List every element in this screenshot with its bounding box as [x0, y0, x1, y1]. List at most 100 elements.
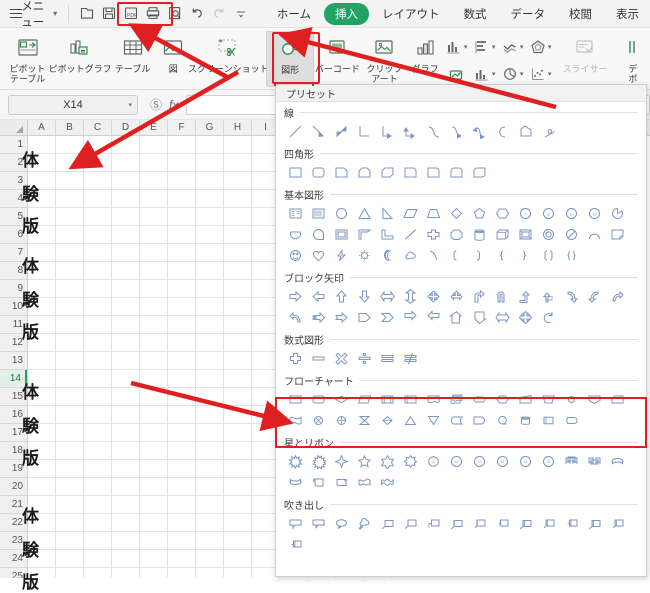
- shape-lightning-bolt[interactable]: [330, 245, 353, 266]
- cell-D14[interactable]: [112, 370, 140, 388]
- shape-striped-right-arrow[interactable]: [307, 307, 330, 328]
- cell-D19[interactable]: [112, 460, 140, 478]
- cell-B20[interactable]: [56, 478, 84, 496]
- cell-G2[interactable]: [196, 154, 224, 172]
- cell-F24[interactable]: [168, 550, 196, 568]
- cell-A5[interactable]: [28, 208, 56, 226]
- cell-D15[interactable]: [112, 388, 140, 406]
- cell-B24[interactable]: [56, 550, 84, 568]
- cell-H17[interactable]: [224, 424, 252, 442]
- cell-G25[interactable]: [196, 568, 224, 578]
- shape-right-triangle[interactable]: [376, 203, 399, 224]
- shape-cloud-callout[interactable]: [353, 513, 376, 534]
- cell-C17[interactable]: [84, 424, 112, 442]
- shape-flowchart-card[interactable]: [606, 389, 629, 410]
- cell-D2[interactable]: [112, 154, 140, 172]
- cell-F21[interactable]: [168, 496, 196, 514]
- shape-flowchart-sort[interactable]: [376, 410, 399, 431]
- cell-G16[interactable]: [196, 406, 224, 424]
- cell-G22[interactable]: [196, 514, 224, 532]
- cell-G7[interactable]: [196, 244, 224, 262]
- tab-view[interactable]: 表示: [605, 3, 650, 25]
- cell-A12[interactable]: [28, 334, 56, 352]
- cell-A16[interactable]: [28, 406, 56, 424]
- shape-flowchart-off-page-connector[interactable]: [583, 389, 606, 410]
- shape-down-arrow-callout[interactable]: [468, 307, 491, 328]
- cell-G23[interactable]: [196, 532, 224, 550]
- shape-cross[interactable]: [422, 224, 445, 245]
- shape-snip-diagonal-corner[interactable]: [376, 162, 399, 183]
- cell-C7[interactable]: [84, 244, 112, 262]
- cell-D17[interactable]: [112, 424, 140, 442]
- shape-flowchart-decision[interactable]: [330, 389, 353, 410]
- shape-flowchart-manual-operation[interactable]: [537, 389, 560, 410]
- shape-elbow-arrow-connector[interactable]: [376, 121, 399, 142]
- cell-A18[interactable]: [28, 442, 56, 460]
- shape-curved-up-ribbon[interactable]: [606, 451, 629, 472]
- row-header-2[interactable]: 2: [0, 154, 27, 172]
- shape-arc-open[interactable]: [422, 245, 445, 266]
- shape-octagon[interactable]: 8: [537, 203, 560, 224]
- shape-decagon[interactable]: 10: [560, 203, 583, 224]
- cell-C9[interactable]: [84, 280, 112, 298]
- shape-flowchart-multidocument[interactable]: [445, 389, 468, 410]
- cell-C6[interactable]: [84, 226, 112, 244]
- ribbon-screenshot-button[interactable]: スクリーンショット: [190, 31, 266, 87]
- row-header-13[interactable]: 13: [0, 352, 27, 370]
- shape-sun[interactable]: [353, 245, 376, 266]
- shape-right-bracket[interactable]: [468, 245, 491, 266]
- shape-curved-arrow-connector[interactable]: [445, 121, 468, 142]
- shape-freeform-curve[interactable]: [491, 121, 514, 142]
- shape-curved-connector[interactable]: [422, 121, 445, 142]
- cell-A25[interactable]: [28, 568, 56, 578]
- cell-B13[interactable]: [56, 352, 84, 370]
- cell-F6[interactable]: [168, 226, 196, 244]
- shape-notched-right-arrow[interactable]: [330, 307, 353, 328]
- cell-B1[interactable]: [56, 136, 84, 154]
- shape-flowchart-display[interactable]: [560, 410, 583, 431]
- cell-F9[interactable]: [168, 280, 196, 298]
- cell-G5[interactable]: [196, 208, 224, 226]
- cell-B25[interactable]: [56, 568, 84, 578]
- cell-C10[interactable]: [84, 298, 112, 316]
- cell-D25[interactable]: [112, 568, 140, 578]
- shape-up-arrow-callout[interactable]: [445, 307, 468, 328]
- cell-H22[interactable]: [224, 514, 252, 532]
- cell-C23[interactable]: [84, 532, 112, 550]
- shape-trapezoid[interactable]: [422, 203, 445, 224]
- shape-left-right-arrow[interactable]: [376, 286, 399, 307]
- ribbon-shapes-button[interactable]: 図形: [266, 31, 313, 87]
- cell-E20[interactable]: [140, 478, 168, 496]
- cell-C18[interactable]: [84, 442, 112, 460]
- cancel-icon[interactable]: Ⓢ: [150, 96, 162, 113]
- shape-parallelogram[interactable]: [399, 203, 422, 224]
- cell-B16[interactable]: [56, 406, 84, 424]
- cell-H25[interactable]: [224, 568, 252, 578]
- cell-D22[interactable]: [112, 514, 140, 532]
- row-header-5[interactable]: 5: [0, 208, 27, 226]
- print-preview-icon[interactable]: [166, 4, 184, 24]
- shape-snip-single-corner[interactable]: [330, 162, 353, 183]
- cell-C12[interactable]: [84, 334, 112, 352]
- shape-pie[interactable]: [606, 203, 629, 224]
- shape-rounded-rectangular-callout[interactable]: [307, 513, 330, 534]
- shape-divide[interactable]: [353, 348, 376, 369]
- column-header-B[interactable]: B: [56, 120, 84, 135]
- shape-dodecagon[interactable]: 12: [583, 203, 606, 224]
- cell-A10[interactable]: [28, 298, 56, 316]
- shape-text-box[interactable]: [284, 203, 307, 224]
- shape-left-arrow[interactable]: [307, 286, 330, 307]
- shape-down-arrow[interactable]: [353, 286, 376, 307]
- cell-E4[interactable]: [140, 190, 168, 208]
- shape-up-arrow[interactable]: [330, 286, 353, 307]
- shape-flowchart-manual-input[interactable]: [514, 389, 537, 410]
- column-header-D[interactable]: D: [112, 120, 140, 135]
- cell-D24[interactable]: [112, 550, 140, 568]
- shape-line-callout-3-border[interactable]: [491, 513, 514, 534]
- cell-C25[interactable]: [84, 568, 112, 578]
- cell-B12[interactable]: [56, 334, 84, 352]
- row-header-10[interactable]: 10: [0, 298, 27, 316]
- save-pdf-icon[interactable]: PDF: [122, 4, 140, 24]
- shape-oval[interactable]: [330, 203, 353, 224]
- cell-G6[interactable]: [196, 226, 224, 244]
